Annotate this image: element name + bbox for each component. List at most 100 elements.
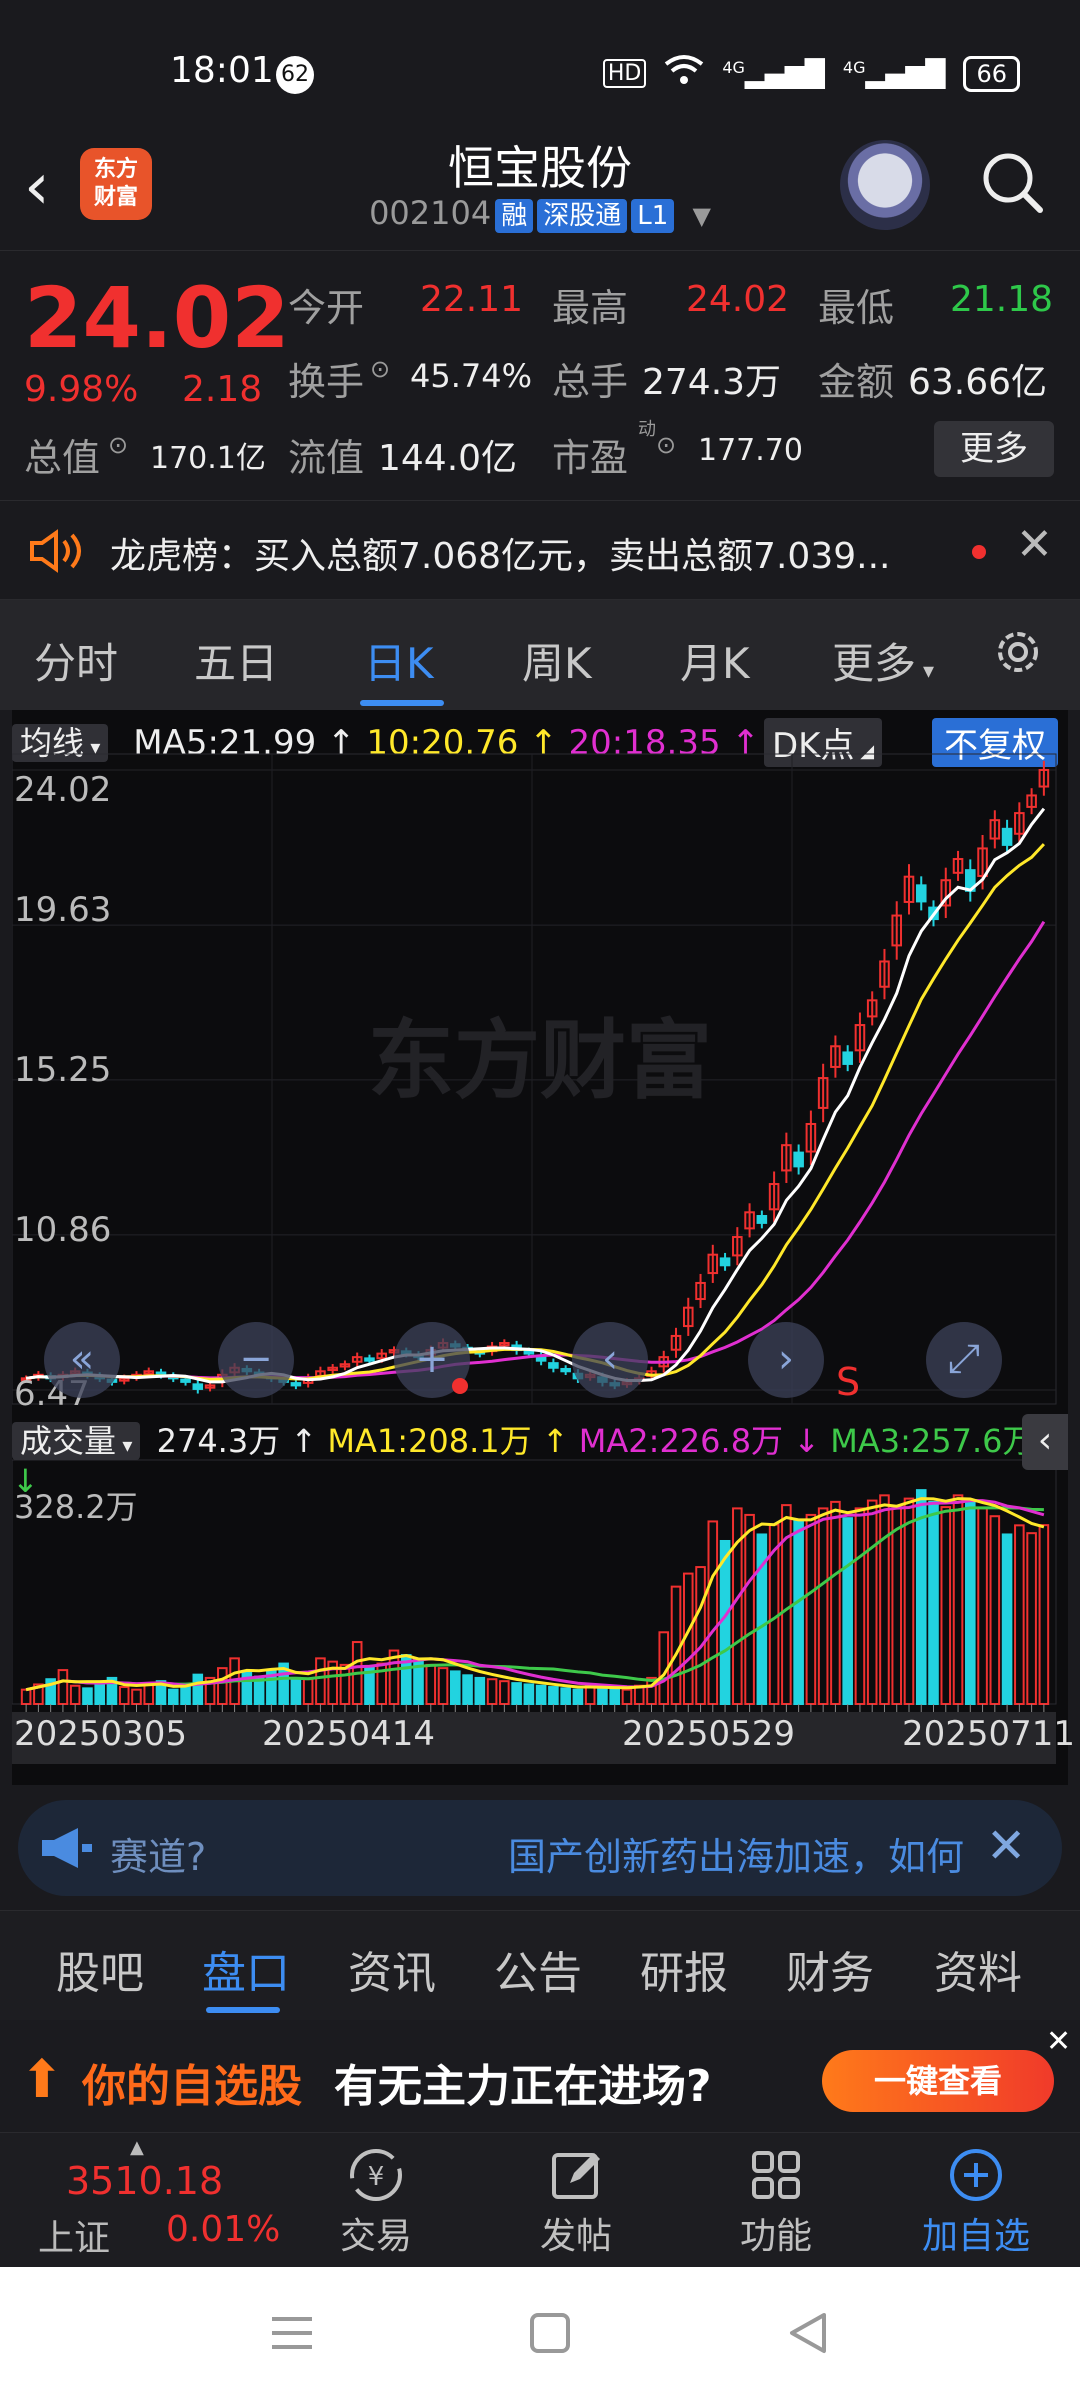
sell-signal-marker[interactable]: S: [836, 1360, 860, 1404]
collapse-panel-icon[interactable]: ‹: [1022, 1414, 1068, 1470]
signal-icon-2: 4G▂▄▆█: [842, 57, 946, 90]
caret-down-icon: ▾: [116, 1433, 133, 1457]
ma10-line: [25, 843, 1045, 1381]
dropdown-icon: ▼: [692, 202, 711, 230]
close-icon[interactable]: ✕: [1046, 2024, 1071, 2059]
status-bar: 18:01 62 HD 4G▂▄▆█ 4G▂▄▆█ 66: [0, 0, 1080, 140]
close-icon[interactable]: ✕: [1016, 519, 1053, 570]
volume-bar: [879, 1494, 890, 1705]
volume-bar: [817, 1507, 829, 1705]
volume-bar: [915, 1489, 927, 1706]
volume-bar: [143, 1683, 155, 1706]
volume-bar: [131, 1688, 142, 1706]
nav-post[interactable]: 发帖: [506, 2143, 646, 2259]
volume-bar: [486, 1678, 498, 1705]
open-label: 今开: [288, 286, 365, 330]
search-icon[interactable]: [980, 150, 1044, 214]
status-icons: HD 4G▂▄▆█ 4G▂▄▆█ 66: [602, 54, 1020, 93]
volume-indicator-select[interactable]: 成交量 ▾: [12, 1422, 141, 1460]
info-icon[interactable]: ⊙: [370, 355, 390, 383]
tab-orderbook[interactable]: 盘口: [202, 1937, 290, 2001]
nav-trade[interactable]: ¥ 交易: [306, 2143, 446, 2259]
volume-bar: [1038, 1524, 1050, 1705]
volume-value: 274.3万: [642, 362, 782, 403]
topic-label: 赛道?: [110, 1835, 207, 1879]
assistant-robot-icon[interactable]: [840, 140, 930, 230]
candle-body: [719, 1257, 731, 1267]
volume-bar: [1001, 1533, 1013, 1706]
up-arrow-icon: ↑: [531, 1422, 579, 1460]
fullscreen-icon[interactable]: ⤢: [926, 1322, 1002, 1398]
edit-icon: [506, 2143, 646, 2207]
volume-bar: [167, 1688, 179, 1706]
amount-label: 金额: [818, 360, 895, 404]
nav-add-watchlist[interactable]: 加自选: [906, 2143, 1046, 2259]
candle-body: [756, 1215, 768, 1224]
vol-ma2-line: [25, 1499, 1045, 1692]
back-icon[interactable]: [786, 2311, 830, 2359]
volume-bar: [535, 1684, 547, 1706]
vol-ma2: MA2:226.8万: [578, 1422, 784, 1460]
tab-forum[interactable]: 股吧: [56, 1937, 144, 2001]
volume-bar: [940, 1506, 952, 1706]
tab-monthly-k[interactable]: 月K: [680, 630, 750, 691]
volume-bar: [474, 1676, 486, 1705]
candle-body: [548, 1362, 559, 1369]
event-marker[interactable]: [452, 1378, 468, 1394]
high-value: 24.02: [686, 279, 790, 320]
volume-bar: [82, 1687, 93, 1706]
float-label: 流值: [288, 436, 365, 480]
scroll-right-icon[interactable]: ›: [748, 1322, 824, 1398]
unread-dot: [972, 545, 986, 559]
scroll-left-fast-icon[interactable]: «: [44, 1322, 120, 1398]
volume-bar: [118, 1686, 130, 1706]
pe-label: 市盈: [552, 436, 629, 480]
tab-financials[interactable]: 财务: [786, 1937, 874, 2001]
scroll-left-icon[interactable]: ‹: [572, 1322, 648, 1398]
mktcap-label: 总值: [24, 436, 101, 480]
tab-announcements[interactable]: 公告: [494, 1937, 582, 2001]
tab-research[interactable]: 研报: [640, 1937, 728, 2001]
tab-intraday[interactable]: 分时: [34, 630, 118, 691]
active-tab-indicator: [206, 2007, 280, 2013]
turnover-value: 45.74%: [410, 357, 533, 395]
more-button[interactable]: 更多: [934, 421, 1054, 477]
volume-bar: [1026, 1532, 1037, 1706]
candle-body: [560, 1367, 571, 1373]
content-tabs: 股吧 盘口 资讯 公告 研报 财务 资料: [0, 1910, 1080, 2020]
kline-chart[interactable]: 均线 ▾ MA5:21.99 ↑ 10:20.76 ↑ 20:18.35 ↑ D…: [12, 710, 1075, 1785]
menu-icon[interactable]: [270, 2313, 314, 2357]
tab-profile[interactable]: 资料: [934, 1937, 1022, 2001]
y-tick-label: 24.02: [14, 770, 112, 810]
stock-code: 002104: [369, 194, 492, 232]
x-date-label: 20250414: [262, 1714, 436, 1754]
tab-news[interactable]: 资讯: [348, 1937, 436, 2001]
caret-up-icon: ▲: [130, 2137, 144, 2158]
y-tick-label: 15.25: [14, 1050, 112, 1090]
ad-banner[interactable]: ⬆ 你的自选股 有无主力正在进场? 一键查看 ✕: [0, 2020, 1080, 2132]
signal-icon: 4G▂▄▆█: [722, 57, 825, 90]
info-icon[interactable]: ⊙: [108, 431, 128, 459]
volume-bar: [842, 1517, 853, 1706]
zoom-out-icon[interactable]: −: [218, 1322, 294, 1398]
home-icon[interactable]: [528, 2311, 572, 2359]
volume-bar: [977, 1507, 988, 1705]
news-ticker[interactable]: 龙虎榜：买入总额7.068亿元，卖出总额7.039... ✕: [0, 500, 1080, 600]
volume-bar: [952, 1494, 964, 1705]
quote-panel: 24.02 9.98% 2.18 今开 22.11 最高 24.02 最低 21…: [0, 250, 1080, 500]
tab-daily-k[interactable]: 日K: [364, 630, 434, 691]
settings-gear-icon[interactable]: [990, 624, 1046, 684]
megaphone-icon: [38, 1824, 94, 1876]
close-icon[interactable]: ✕: [986, 1818, 1026, 1874]
topic-banner[interactable]: 赛道? 国产创新药出海加速，如何 ✕: [18, 1800, 1062, 1896]
candle-body: [523, 1350, 535, 1355]
ad-check-button[interactable]: 一键查看: [822, 2050, 1054, 2112]
pe-dynamic-mark: 动: [638, 419, 656, 440]
tab-five-day[interactable]: 五日: [194, 630, 278, 691]
nav-functions[interactable]: 功能: [706, 2143, 846, 2259]
index-value[interactable]: 3510.18: [66, 2159, 223, 2203]
info-icon[interactable]: ⊙: [656, 431, 676, 459]
tab-weekly-k[interactable]: 周K: [522, 630, 592, 691]
vol-ma1-line: [25, 1497, 1045, 1692]
tab-more[interactable]: 更多 ▾: [832, 630, 934, 691]
